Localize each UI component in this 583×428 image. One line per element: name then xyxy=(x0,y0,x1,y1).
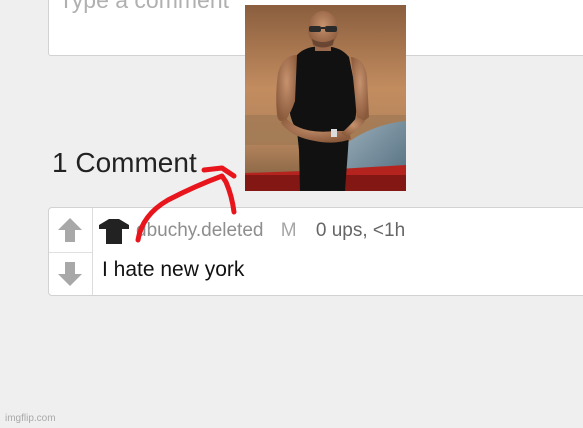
upvote-button[interactable] xyxy=(57,217,83,243)
comment-card: dbuchy.deleted M 0 ups, <1h I hate new y… xyxy=(48,207,583,296)
downvote-button[interactable] xyxy=(57,261,83,287)
comment-username[interactable]: dbuchy.deleted xyxy=(136,220,263,241)
up-arrow-icon xyxy=(58,218,82,242)
comment-text: I hate new york xyxy=(102,258,245,281)
mod-badge: M xyxy=(280,220,297,241)
comment-meta: dbuchy.deleted M 0 ups, <1h xyxy=(136,220,405,242)
comment-input-placeholder: Type a comment xyxy=(59,0,230,13)
man-in-sunglasses-photo xyxy=(245,5,406,191)
comment-stats: 0 ups, <1h xyxy=(315,220,406,241)
t-shirt-icon[interactable] xyxy=(98,217,130,245)
vote-divider xyxy=(49,252,92,253)
vote-column xyxy=(49,208,93,295)
comments-count-heading: 1 Comment xyxy=(52,147,197,178)
imgflip-watermark: imgflip.com xyxy=(5,413,56,424)
down-arrow-icon xyxy=(58,262,82,286)
